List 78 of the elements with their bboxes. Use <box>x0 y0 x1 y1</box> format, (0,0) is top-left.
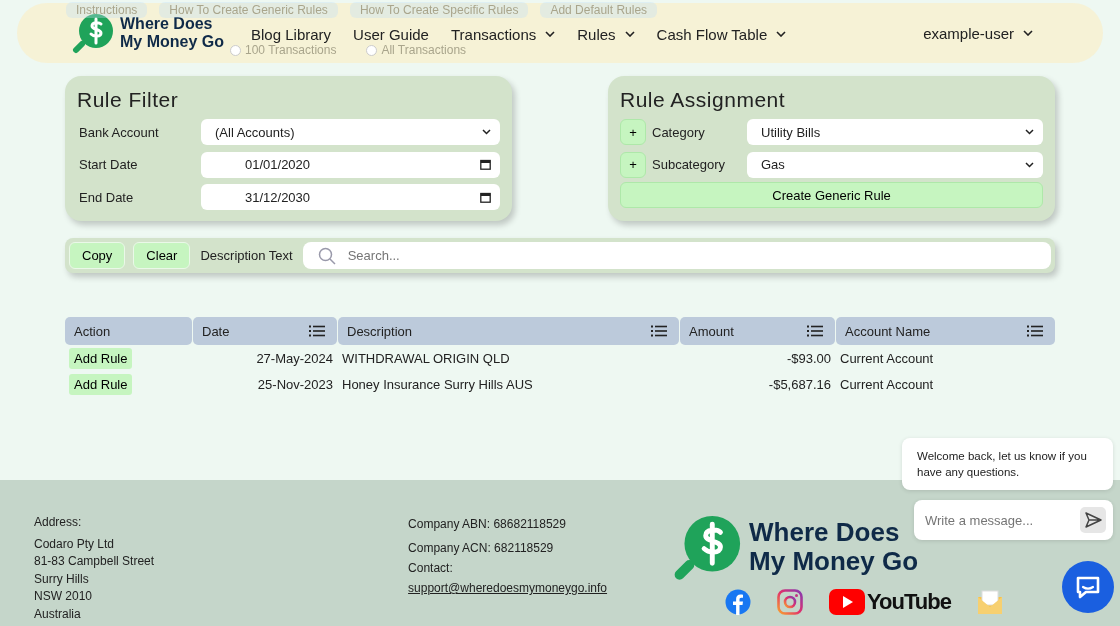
nav-link[interactable]: Blog Library <box>251 25 332 43</box>
chevron-down-icon <box>1023 30 1033 36</box>
table-cell: WITHDRAWAL ORIGIN QLD <box>342 350 510 366</box>
search-label: Description Text <box>200 248 293 263</box>
table-cell: Current Account <box>840 350 934 366</box>
add-button[interactable]: + <box>620 151 646 178</box>
search-input[interactable]: Search... <box>345 247 1051 264</box>
company-info: Company ABN: 68682118529 <box>408 516 567 533</box>
calendar-icon <box>480 159 491 171</box>
message-field[interactable]: Write a message... <box>914 500 1113 540</box>
table-cell: -$5,687.16 <box>768 376 831 392</box>
address-line: Codaro Pty Ltd <box>34 535 116 553</box>
nav-link[interactable]: User Guide <box>353 25 429 43</box>
user-menu[interactable]: example-user <box>923 24 1033 42</box>
toolbar-button[interactable]: Copy <box>69 242 126 269</box>
panel-title: Rule Filter <box>77 88 180 112</box>
column-header[interactable]: Amount <box>680 317 835 345</box>
column-header[interactable]: Date <box>193 317 337 345</box>
facebook-icon[interactable] <box>725 589 752 615</box>
field-label: End Date <box>78 189 135 205</box>
chevron-down-icon <box>482 129 491 136</box>
instagram-icon[interactable] <box>777 589 804 615</box>
list-icon <box>1027 325 1043 337</box>
nav-link[interactable]: Cash Flow Table <box>656 25 787 43</box>
table-cell: Current Account <box>840 376 934 392</box>
table-cell: 25-Nov-2023 <box>257 376 333 392</box>
address-line: Australia <box>34 605 82 623</box>
chevron-down-icon <box>1025 129 1034 136</box>
brand-name[interactable]: Where Does <box>120 15 224 33</box>
column-header[interactable]: Description <box>338 317 679 345</box>
panel-title: Rule Assignment <box>620 88 787 112</box>
brand-name: My Money Go <box>749 547 919 576</box>
column-header[interactable]: Account Name <box>836 317 1055 345</box>
field-label: Subcategory <box>651 157 726 173</box>
message-input[interactable]: Write a message... <box>923 511 1080 529</box>
nav-link[interactable]: Rules <box>577 25 635 43</box>
field-label: Category <box>651 124 706 140</box>
table-cell: Honey Insurance Surry Hills AUS <box>342 376 533 392</box>
add-button[interactable]: + <box>620 119 646 146</box>
list-icon <box>807 325 823 337</box>
calendar-icon <box>480 191 491 203</box>
address-line: 81-83 Campbell Street <box>34 553 155 570</box>
company-info: Company ACN: 682118529 <box>408 540 555 557</box>
chevron-down-icon <box>624 31 635 37</box>
date-field[interactable]: 31/12/2030 <box>201 184 500 211</box>
column-header[interactable]: Action <box>65 317 192 345</box>
send-icon[interactable] <box>1080 507 1106 533</box>
field-label: Start Date <box>78 157 139 173</box>
add-rule-button[interactable]: Add Rule <box>69 347 133 369</box>
address-line: Surry Hills <box>34 570 90 588</box>
chevron-down-icon <box>1025 161 1034 168</box>
email-link[interactable]: support@wheredoesmymoneygo.info <box>408 578 674 598</box>
chevron-down-icon <box>545 31 556 37</box>
list-icon <box>651 325 667 337</box>
dollar-magnifier-icon <box>72 12 116 54</box>
address-line: NSW 2010 <box>34 588 94 605</box>
youtube-logo[interactable]: YouTube <box>829 589 951 615</box>
add-rule-button[interactable]: Add Rule <box>69 373 133 395</box>
brand-name: Where Does <box>749 518 901 547</box>
field-label: Bank Account <box>78 124 160 140</box>
date-field[interactable]: 01/01/2020 <box>201 151 500 178</box>
company-info: Contact: <box>408 560 454 577</box>
select-field[interactable]: Utility Bills <box>747 119 1043 146</box>
brand-name[interactable]: My Money Go <box>120 33 224 51</box>
chat-message: Welcome back, let us know if you have any questions. <box>902 438 1113 490</box>
chevron-down-icon <box>776 31 787 37</box>
table-cell: 27-May-2024 <box>256 350 333 366</box>
select-field[interactable]: Gas <box>747 151 1043 178</box>
list-icon <box>309 325 325 337</box>
nav-link[interactable]: Transactions <box>450 25 556 43</box>
search-icon <box>317 246 336 265</box>
toolbar-button[interactable]: Clear <box>133 242 191 269</box>
chat-icon[interactable] <box>1062 561 1114 613</box>
address-label: Address: <box>34 514 83 531</box>
create-rule-button[interactable]: Create Generic Rule <box>620 182 1043 208</box>
search-field[interactable]: Search... <box>302 242 1051 269</box>
table-cell: -$93.00 <box>786 350 831 366</box>
select-field[interactable]: (All Accounts) <box>201 119 500 146</box>
